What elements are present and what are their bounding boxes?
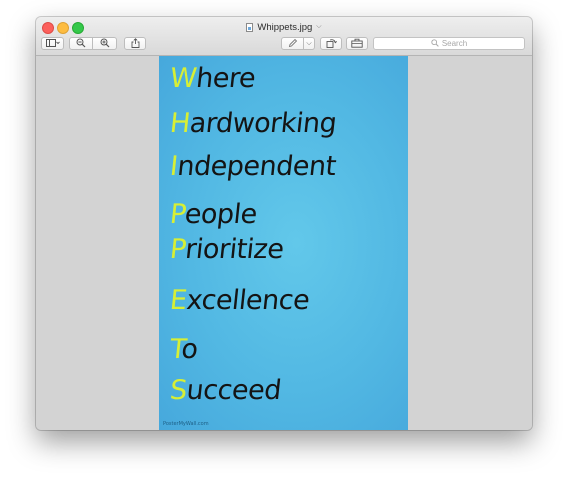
toolbox-icon [351,38,363,50]
window-title: Whippets.jpg [257,21,313,33]
markup-pen-icon [288,38,298,50]
share-button[interactable] [124,37,146,50]
markup-button[interactable] [281,37,304,50]
document-icon [246,22,254,32]
zoom-out-button[interactable] [69,37,93,50]
word-rest: rioritize [183,234,286,265]
sidebar-button[interactable] [41,37,64,50]
search-field[interactable]: Search [373,37,525,50]
rotate-icon [326,38,337,50]
acrostic-line: Where [168,63,256,95]
share-icon [131,37,140,50]
poster-image: Where Hardworking Independent People Pri… [159,56,408,430]
acrostic-line: Hardworking [168,108,338,140]
toolbox-button[interactable] [346,37,368,50]
markup-dropdown-button[interactable]: ⌵ [304,37,315,50]
rotate-button[interactable] [320,37,342,50]
titlebar: Whippets.jpg ⌵ ⌵ Search [36,17,532,56]
acrostic-line: Independent [168,151,337,183]
initial-letter: W [168,63,198,94]
search-icon [431,38,439,49]
image-canvas: Where Hardworking Independent People Pri… [36,56,532,430]
acrostic-line: Succeed [168,375,282,407]
acrostic-line: Prioritize [168,234,285,266]
word-rest: here [194,63,257,94]
zoom-in-button[interactable] [93,37,117,50]
word-rest: o [179,334,200,365]
poster-watermark: PosterMyWall.com [163,421,209,427]
zoom-out-icon [76,38,86,50]
preview-window: Whippets.jpg ⌵ ⌵ Search Where Hardworkin… [36,17,532,430]
acrostic-line: People [168,199,258,231]
chevron-down-icon: ⌵ [306,39,312,47]
sidebar-icon [45,38,60,49]
window-title-area[interactable]: Whippets.jpg ⌵ [36,20,532,34]
search-placeholder: Search [441,39,468,48]
acrostic-line: Excellence [168,285,311,317]
word-rest: ndependent [175,151,338,182]
acrostic-line: To [168,334,199,366]
zoom-in-icon [100,38,110,50]
word-rest: xcellence [184,285,311,316]
chevron-down-icon: ⌵ [316,23,322,30]
word-rest: ardworking [188,108,338,139]
word-rest: ucceed [185,375,283,406]
word-rest: eople [183,199,259,230]
